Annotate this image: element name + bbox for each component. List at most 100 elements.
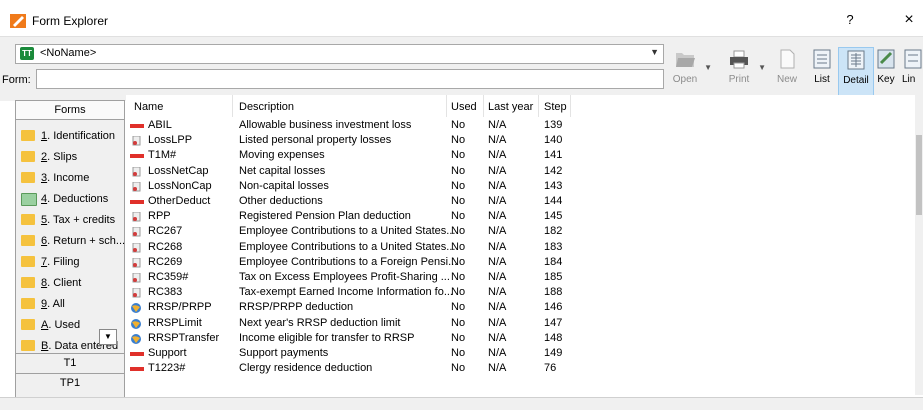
table-row[interactable]: RC359# Tax on Excess Employees Profit-Sha… xyxy=(126,271,916,286)
form-last-year: N/A xyxy=(488,164,507,177)
table-row[interactable]: RRSP/PRPP RRSP/PRPP deduction No N/A 146 xyxy=(126,301,916,316)
list-label: List xyxy=(814,74,830,85)
form-used: No xyxy=(451,179,466,192)
print-label: Print xyxy=(728,74,750,85)
table-row[interactable]: LossLPP Listed personal property losses No… xyxy=(126,134,916,149)
forms-header: Forms xyxy=(16,101,124,120)
table-row[interactable]: RRSPTransfer Income eligible for transfer… xyxy=(126,332,916,347)
open-folder-icon xyxy=(21,193,37,206)
folder-identification[interactable]: 1. Identification xyxy=(21,127,121,145)
column-header-description[interactable]: Description xyxy=(239,101,294,113)
form-description: Support payments xyxy=(239,347,329,359)
folder-filing[interactable]: 7. Filing xyxy=(21,253,121,271)
open-button[interactable]: Open ▼ xyxy=(668,47,712,99)
document-icon xyxy=(132,166,141,177)
print-button[interactable]: Print ▼ xyxy=(722,47,766,99)
close-button[interactable]: × xyxy=(898,11,920,31)
app-icon xyxy=(10,14,26,28)
folder-all[interactable]: 9. All xyxy=(21,295,121,313)
table-row[interactable]: RC269 Employee Contributions to a Foreign… xyxy=(126,256,916,271)
form-last-year: N/A xyxy=(488,195,507,207)
forms-panel: Forms 1. Identification 2. Slips 3. Inco… xyxy=(15,100,125,399)
column-divider[interactable] xyxy=(570,95,571,117)
column-header-name[interactable]: Name xyxy=(134,101,163,113)
column-header-used[interactable]: Used xyxy=(451,101,477,113)
document-icon xyxy=(132,227,141,237)
form-last-year: N/A xyxy=(488,316,507,329)
table-row[interactable]: RPP Registered Pension Plan deduction No N/… xyxy=(126,210,916,225)
table-row[interactable]: RC268 Employee Contributions to a United … xyxy=(126,241,916,256)
table-row[interactable]: T1M# Moving expenses No N/A 141 xyxy=(126,149,916,164)
form-step: 184 xyxy=(544,255,563,268)
form-description: Tax on Excess Employees Profit-Sharing .… xyxy=(239,271,450,283)
form-last-year: N/A xyxy=(488,179,507,192)
folder-return-sch[interactable]: 6. Return + sch... xyxy=(21,232,125,250)
form-input[interactable] xyxy=(36,69,664,89)
new-button[interactable]: New xyxy=(774,47,800,99)
table-row[interactable]: LossNonCap Non-capital losses No N/A 143 xyxy=(126,180,916,195)
form-last-year: N/A xyxy=(488,240,507,253)
column-header-last-year[interactable]: Last year xyxy=(488,101,533,113)
detail-button[interactable]: Detail xyxy=(838,47,874,101)
table-row[interactable]: RC267 Employee Contributions to a United … xyxy=(126,225,916,240)
folder-slips[interactable]: 2. Slips xyxy=(21,148,121,166)
form-description: Tax-exempt Earned Income Information fo.… xyxy=(239,286,453,299)
form-last-year: N/A xyxy=(488,210,507,223)
red-dash-icon xyxy=(130,124,144,128)
form-last-year: N/A xyxy=(488,331,507,344)
table-row[interactable]: OtherDeduct Other deductions No N/A 144 xyxy=(126,195,916,210)
scrollbar-thumb[interactable] xyxy=(916,135,922,215)
folder-label: . Used xyxy=(48,319,81,331)
folder-label: . Identification xyxy=(47,130,115,142)
folder-icon xyxy=(21,235,35,246)
form-name: LossNetCap xyxy=(148,164,209,177)
document-icon xyxy=(132,288,141,298)
column-divider[interactable] xyxy=(232,95,233,117)
line-button[interactable]: Lin xyxy=(902,47,923,99)
column-divider[interactable] xyxy=(483,95,484,117)
table-row[interactable]: RRSPLimit Next year's RRSP deduction limi… xyxy=(126,317,916,332)
column-divider[interactable] xyxy=(538,95,539,117)
form-label: Form: xyxy=(2,74,31,86)
section-tp1-button[interactable]: TP1 xyxy=(16,373,124,392)
form-used: No xyxy=(451,119,466,131)
open-icon xyxy=(676,53,695,67)
table-row[interactable]: Support Support payments No N/A 149 xyxy=(126,347,916,362)
form-last-year: N/A xyxy=(488,255,507,268)
section-t1-button[interactable]: T1 xyxy=(16,353,124,372)
folder-client[interactable]: 8. Client xyxy=(21,274,121,292)
new-icon xyxy=(780,49,795,69)
table-row[interactable]: LossNetCap Net capital losses No N/A 142 xyxy=(126,165,916,180)
chevron-down-icon[interactable]: ▼ xyxy=(650,47,659,57)
form-description: Non-capital losses xyxy=(239,179,329,192)
toolbar: TT <NoName> ▼ Form: Open ▼ Print ▼ New L… xyxy=(0,36,923,101)
print-dropdown-icon[interactable]: ▼ xyxy=(758,63,766,72)
folder-tax-credits[interactable]: 5. Tax + credits xyxy=(21,211,121,229)
form-description: Employee Contributions to a United State… xyxy=(239,225,456,238)
folder-icon xyxy=(21,340,35,351)
form-name: RRSP/PRPP xyxy=(148,301,212,314)
list-button[interactable]: List xyxy=(808,47,836,99)
scroll-down-icon[interactable]: ▼ xyxy=(99,329,117,345)
folder-label: . Filing xyxy=(47,256,80,268)
folder-label: . All xyxy=(47,298,65,310)
form-used: No xyxy=(451,301,466,314)
folder-income[interactable]: 3. Income xyxy=(21,169,121,187)
file-select[interactable]: TT <NoName> ▼ xyxy=(15,44,664,64)
folder-icon xyxy=(21,319,35,330)
table-row[interactable]: T1223# Clergy residence deduction No N/A 76 xyxy=(126,362,916,377)
column-divider[interactable] xyxy=(446,95,447,117)
key-button[interactable]: Key xyxy=(874,47,898,99)
open-dropdown-icon[interactable]: ▼ xyxy=(704,63,712,72)
new-label: New xyxy=(776,74,797,85)
folder-label: . Deductions xyxy=(47,193,109,205)
help-button[interactable]: ? xyxy=(840,12,860,30)
table-row[interactable]: ABIL Allowable business investment loss No… xyxy=(126,119,916,134)
column-header-step[interactable]: Step xyxy=(544,101,567,113)
form-name: RC267 xyxy=(148,225,183,238)
form-name: RC269 xyxy=(148,255,183,268)
folder-label: . Income xyxy=(47,172,90,184)
folder-deductions[interactable]: 4. Deductions xyxy=(21,190,121,208)
vertical-scrollbar[interactable] xyxy=(915,95,923,395)
table-row[interactable]: RC383 Tax-exempt Earned Income Informatio… xyxy=(126,286,916,301)
